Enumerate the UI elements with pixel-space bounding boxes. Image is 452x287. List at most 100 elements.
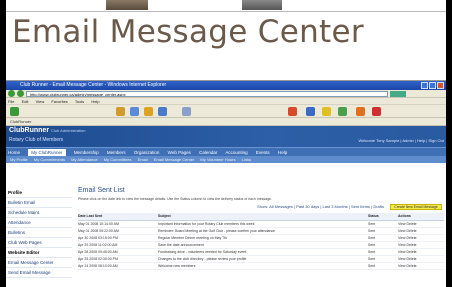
row-subject[interactable]: Important information for your Rotary Cl… [158, 220, 368, 228]
row-subject[interactable]: Reminder: Board Meeting at the Golf Club… [158, 227, 368, 235]
row-subject[interactable]: Regular Member Dinner meeting on May 7th [158, 234, 368, 242]
row-date[interactable]: Apr 25 2008 02:30:00 PM [78, 255, 158, 263]
edit-icon[interactable] [306, 107, 315, 116]
subnav-item[interactable]: My Volunteer Hours [200, 157, 235, 162]
sidebar-item[interactable]: Attendance [6, 218, 72, 228]
tools-icon[interactable] [322, 107, 331, 116]
tab-label[interactable]: ClubRunner [10, 119, 31, 124]
print-icon[interactable] [182, 107, 191, 116]
subnav-item[interactable]: My Commitments [34, 157, 65, 162]
messenger-icon[interactable] [338, 107, 347, 116]
menu-tools[interactable]: Tools [75, 99, 84, 104]
row-subject[interactable]: Welcome new members [158, 262, 368, 270]
refresh-icon[interactable] [130, 107, 139, 116]
nav-web-pages[interactable]: Web Pages [168, 150, 191, 155]
user-links[interactable]: Welcome Tony Sample | Admin | Help | Sig… [359, 138, 444, 143]
delete-link[interactable]: Delete [407, 243, 417, 247]
view-link[interactable]: View [398, 222, 406, 226]
sidebar-item[interactable]: Email Message Center [6, 258, 72, 268]
menu-help[interactable]: Help [91, 99, 99, 104]
history-icon[interactable] [158, 107, 167, 116]
delete-link[interactable]: Delete [407, 264, 417, 268]
sidebar-item[interactable]: Club Web Pages [6, 238, 72, 248]
row-subject[interactable]: Changes to the club directory - please r… [158, 255, 368, 263]
subnav-item[interactable]: Links [242, 157, 251, 162]
subnav-item[interactable]: Email [138, 157, 148, 162]
view-link[interactable]: View [398, 264, 406, 268]
forward-icon[interactable] [17, 90, 24, 97]
presentation-slide: Email Message Center Club Runner - Email… [6, 0, 446, 287]
menu-edit[interactable]: Edit [22, 99, 29, 104]
discuss-icon[interactable] [372, 107, 381, 116]
delete-link[interactable]: Delete [407, 222, 417, 226]
url-input[interactable]: http://www.clubrunner.ca/admin/message_c… [26, 90, 388, 97]
nav-my-clubrunner[interactable]: My ClubRunner [28, 149, 66, 156]
sidebar-item[interactable]: Bulletins [6, 228, 72, 238]
view-link[interactable]: View [398, 236, 406, 240]
delete-link[interactable]: Delete [407, 229, 417, 233]
row-status: Sent [368, 227, 398, 235]
delete-link[interactable]: Delete [407, 257, 417, 261]
row-date[interactable]: May 01 2008 10:14:00 AM [78, 220, 158, 228]
home-icon[interactable] [116, 107, 125, 116]
page-content: Profile Bulletin Email Schedule Maint. A… [6, 184, 446, 287]
row-subject[interactable]: Save the date announcement [158, 241, 368, 249]
delete-link[interactable]: Delete [407, 250, 417, 254]
sidebar-item[interactable]: Send Email Message [6, 268, 72, 278]
view-link[interactable]: View [398, 243, 406, 247]
column-header[interactable]: Subject [158, 213, 368, 221]
view-link[interactable]: View [398, 229, 406, 233]
view-link[interactable]: View [398, 257, 406, 261]
nav-accounting[interactable]: Accounting [225, 150, 247, 155]
table-row: May 01 2008 09:22:00 AM Reminder: Board … [78, 227, 444, 235]
nav-membership[interactable]: Membership [74, 150, 99, 155]
menu-favorites[interactable]: Favorites [51, 99, 67, 104]
mail-icon[interactable] [288, 107, 297, 116]
filter-bar: Show: All Messages | Past 30 days | Last… [78, 203, 444, 211]
create-email-button[interactable]: Create New Email Message [390, 204, 442, 210]
research-icon[interactable] [356, 107, 365, 116]
row-date[interactable]: Apr 28 2008 09:45:00 AM [78, 248, 158, 256]
row-date[interactable]: Apr 29 2008 11:02:00 AM [78, 241, 158, 249]
nav-organization[interactable]: Organization [134, 150, 160, 155]
subnav-item[interactable]: Email Message Center [154, 157, 194, 162]
menu-bar: File Edit View Favorites Tools Help [6, 98, 446, 105]
nav-calendar[interactable]: Calendar [199, 150, 217, 155]
delete-link[interactable]: Delete [407, 236, 417, 240]
browser-toolbar [6, 105, 446, 118]
sidebar-item[interactable]: Profile [6, 188, 72, 198]
photo-thumbnail [106, 0, 148, 10]
subnav-item[interactable]: My Committees [104, 157, 132, 162]
minimize-button[interactable] [421, 82, 428, 89]
menu-file[interactable]: File [8, 99, 14, 104]
nav-events[interactable]: Events [256, 150, 270, 155]
maximize-button[interactable] [429, 82, 436, 89]
sidebar: Profile Bulletin Email Schedule Maint. A… [6, 188, 72, 278]
column-header[interactable]: Date Last Sent [78, 213, 158, 221]
row-date[interactable]: Apr 24 2008 08:10:00 AM [78, 262, 158, 270]
site-logo[interactable]: ClubRunner Club Administration [9, 127, 85, 134]
nav-members[interactable]: Members [107, 150, 126, 155]
column-header: Actions [398, 213, 444, 221]
subnav-item[interactable]: My Profile [10, 157, 28, 162]
sidebar-item[interactable]: Website Editor [6, 248, 72, 258]
back-arrow-icon[interactable] [10, 107, 19, 116]
menu-view[interactable]: View [36, 99, 45, 104]
sidebar-item[interactable]: Schedule Maint. [6, 208, 72, 218]
column-header[interactable]: Status [368, 213, 398, 221]
close-button[interactable] [437, 82, 444, 89]
subnav-item[interactable]: My Attendance [71, 157, 97, 162]
search-box[interactable] [390, 90, 406, 97]
row-date[interactable]: May 01 2008 09:22:00 AM [78, 227, 158, 235]
favorites-icon[interactable] [144, 107, 153, 116]
view-link[interactable]: View [398, 250, 406, 254]
browser-screenshot: Club Runner - Email Message Center - Win… [6, 80, 446, 287]
row-date[interactable]: Apr 30 2008 03:15:00 PM [78, 234, 158, 242]
row-subject[interactable]: Fundraising drive - volunteers needed fo… [158, 248, 368, 256]
nav-help[interactable]: Help [278, 150, 287, 155]
back-icon[interactable] [8, 90, 15, 97]
sidebar-item[interactable]: Bulletin Email [6, 198, 72, 208]
filter-links[interactable]: Show: All Messages | Past 30 days | Last… [257, 203, 384, 211]
row-status: Sent [368, 255, 398, 263]
nav-home[interactable]: Home [8, 150, 20, 155]
